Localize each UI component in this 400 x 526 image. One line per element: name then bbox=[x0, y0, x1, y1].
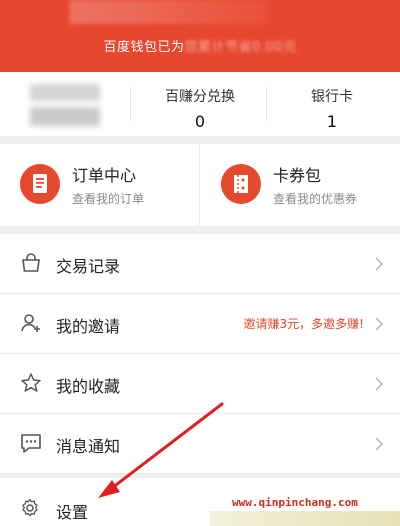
gear-icon bbox=[22, 498, 38, 517]
coupon-title: 卡券包 bbox=[273, 166, 322, 185]
chevron-right-icon bbox=[375, 257, 384, 271]
invite-promo-text: 邀请赚3元，多邀多赚! bbox=[243, 317, 364, 331]
chevron-right-icon bbox=[375, 317, 384, 331]
menu-item-label: 我的收藏 bbox=[56, 377, 121, 396]
menu-item-label: 交易记录 bbox=[56, 257, 121, 276]
site-watermark: www.qinpinchang.com bbox=[232, 496, 358, 509]
menu-item-favorites[interactable]: 我的收藏 bbox=[0, 354, 400, 414]
divider bbox=[199, 144, 200, 226]
menu-item-transactions[interactable]: 交易记录 bbox=[0, 234, 400, 294]
coupon-icon bbox=[221, 164, 261, 204]
shopping-bag-icon bbox=[22, 253, 40, 272]
points-exchange-value: 0 bbox=[194, 112, 206, 131]
message-icon bbox=[21, 434, 41, 453]
settings-label: 设置 bbox=[56, 503, 89, 522]
blurred-account-info bbox=[30, 84, 100, 126]
order-icon bbox=[20, 164, 60, 204]
menu-item-invitations[interactable]: 我的邀请 邀请赚3元，多邀多赚! bbox=[0, 294, 400, 354]
invite-user-icon bbox=[21, 314, 40, 332]
coupon-subtitle: 查看我的优惠券 bbox=[273, 192, 358, 206]
menu-list: 交易记录 我的邀请 邀请赚3元，多邀多赚! 我的收藏 消息通知 bbox=[0, 234, 400, 474]
menu-item-label: 我的邀请 bbox=[56, 317, 121, 336]
savings-banner-blurred: 您累计节省0.00元 bbox=[184, 40, 297, 55]
bank-card-label: 银行卡 bbox=[311, 89, 353, 105]
savings-banner[interactable]: 百度钱包已为您累计节省0.00元 bbox=[0, 36, 400, 55]
points-exchange[interactable]: 百赚分兑换 0 bbox=[130, 86, 270, 131]
star-icon bbox=[21, 373, 41, 392]
wallet-header: 百度钱包已为您累计节省0.00元 bbox=[0, 0, 400, 72]
feature-cards: 订单中心 查看我的订单 卡券包 查看我的优惠券 bbox=[0, 144, 400, 226]
account-summary: 百赚分兑换 0 银行卡 1 bbox=[0, 72, 400, 136]
menu-item-label: 消息通知 bbox=[56, 437, 121, 456]
bank-card[interactable]: 银行卡 1 bbox=[262, 86, 400, 131]
chevron-right-icon bbox=[375, 437, 384, 451]
coupon-card[interactable]: 卡券包 查看我的优惠券 bbox=[201, 144, 400, 226]
bank-card-value: 1 bbox=[326, 112, 338, 131]
points-exchange-label: 百赚分兑换 bbox=[165, 89, 235, 105]
order-center-card[interactable]: 订单中心 查看我的订单 bbox=[0, 144, 199, 226]
order-center-title: 订单中心 bbox=[72, 166, 137, 185]
order-center-subtitle: 查看我的订单 bbox=[72, 192, 145, 206]
watermark-strip bbox=[210, 511, 400, 526]
savings-banner-text: 百度钱包已为 bbox=[103, 40, 185, 55]
blurred-username bbox=[70, 0, 270, 24]
chevron-right-icon bbox=[375, 377, 384, 391]
menu-item-notifications[interactable]: 消息通知 bbox=[0, 414, 400, 474]
